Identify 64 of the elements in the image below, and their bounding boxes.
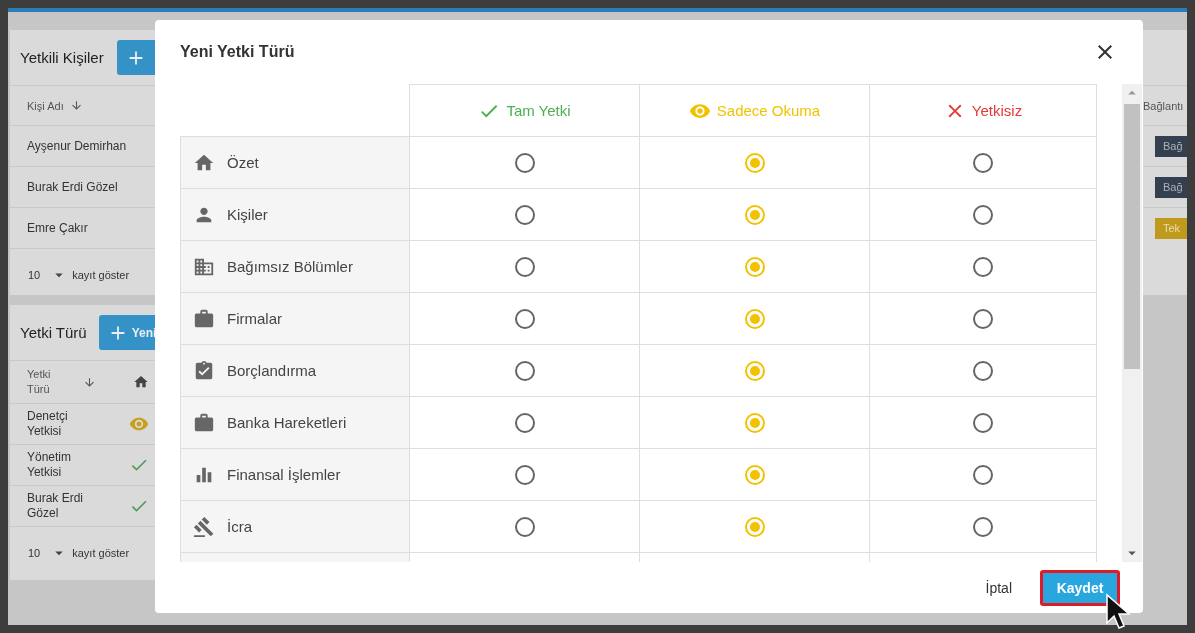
radio-button[interactable]: [973, 204, 993, 225]
row-label: İcra: [227, 518, 252, 535]
row-label: Borçlandırma: [227, 362, 317, 379]
radio-button[interactable]: [973, 464, 993, 485]
radio-button[interactable]: [744, 412, 765, 433]
radio-button[interactable]: [514, 308, 535, 329]
briefcase-icon: [193, 307, 215, 330]
radio-button[interactable]: [744, 308, 765, 329]
column-header[interactable]: Yetki Türü: [27, 367, 67, 397]
row-label: Finansal İşlemler: [227, 466, 341, 483]
row-label: Bağımsız Bölümler: [227, 258, 353, 275]
add-button[interactable]: Yeni: [98, 315, 155, 350]
dialog-title: Yeni Yetki Türü: [180, 43, 295, 61]
radio-button[interactable]: [514, 152, 535, 173]
action-button[interactable]: Bağ: [1155, 135, 1187, 157]
gavel-icon: [193, 515, 215, 538]
table-cell: Ayşenur Demirhan: [27, 138, 127, 154]
page-size-label: kayıt göster: [72, 546, 130, 559]
action-button[interactable]: Bağ: [1155, 176, 1187, 198]
radio-button[interactable]: [973, 308, 993, 329]
radio-button[interactable]: [973, 516, 993, 537]
page-size-label: kayıt göster: [72, 268, 130, 281]
radio-button[interactable]: [514, 516, 535, 537]
table-cell-text: Yönetim Yetkisi: [27, 450, 73, 480]
radio-button[interactable]: [973, 412, 993, 433]
table-cell: Burak Erdi Gözel: [27, 179, 118, 195]
scrollbar[interactable]: [1122, 84, 1142, 562]
radio-button[interactable]: [514, 256, 535, 277]
table-cell-text: Burak Erdi Gözel: [27, 491, 85, 521]
radio-button[interactable]: [744, 152, 765, 173]
radio-button[interactable]: [744, 360, 765, 381]
briefcase-icon: [193, 411, 215, 434]
panel-title: Yetkili Kişiler: [20, 49, 104, 66]
table-cell: Emre Çakır: [27, 220, 88, 236]
radio-button[interactable]: [744, 464, 765, 485]
radio-button[interactable]: [744, 256, 765, 277]
radio-button[interactable]: [973, 152, 993, 173]
radio-button[interactable]: [744, 204, 765, 225]
radio-button[interactable]: [973, 256, 993, 277]
sort-arrow-icon[interactable]: [83, 375, 96, 389]
panel-title: Yetki Türü: [20, 324, 87, 341]
column-header[interactable]: Kişi Adı: [27, 99, 64, 112]
radio-button[interactable]: [514, 204, 535, 225]
radio-button[interactable]: [744, 516, 765, 537]
radio-button[interactable]: [973, 360, 993, 381]
page-size-value[interactable]: 10: [28, 268, 41, 281]
row-label: Banka Hareketleri: [227, 414, 347, 431]
radio-button[interactable]: [514, 412, 535, 433]
row-label: Kişiler: [227, 206, 268, 223]
column-header: Sadece Okuma: [688, 99, 821, 122]
add-button[interactable]: [117, 40, 155, 75]
row-label: Özet: [227, 154, 259, 171]
row-label: Firmalar: [227, 310, 282, 327]
clipboard-check-icon: [193, 359, 215, 382]
radio-button[interactable]: [514, 464, 535, 485]
sort-arrow-icon[interactable]: [69, 99, 83, 112]
cancel-button[interactable]: İptal: [979, 578, 1018, 597]
column-header: Tam Yetki: [478, 99, 571, 122]
home-icon: [133, 374, 149, 390]
page-size-value[interactable]: 10: [28, 546, 41, 559]
column-header: Bağlantı: [1143, 99, 1184, 112]
radio-button[interactable]: [514, 360, 535, 381]
column-header: Yetkisiz: [943, 99, 1023, 122]
table-cell-text: Denetçi Yetkisi: [27, 409, 69, 439]
